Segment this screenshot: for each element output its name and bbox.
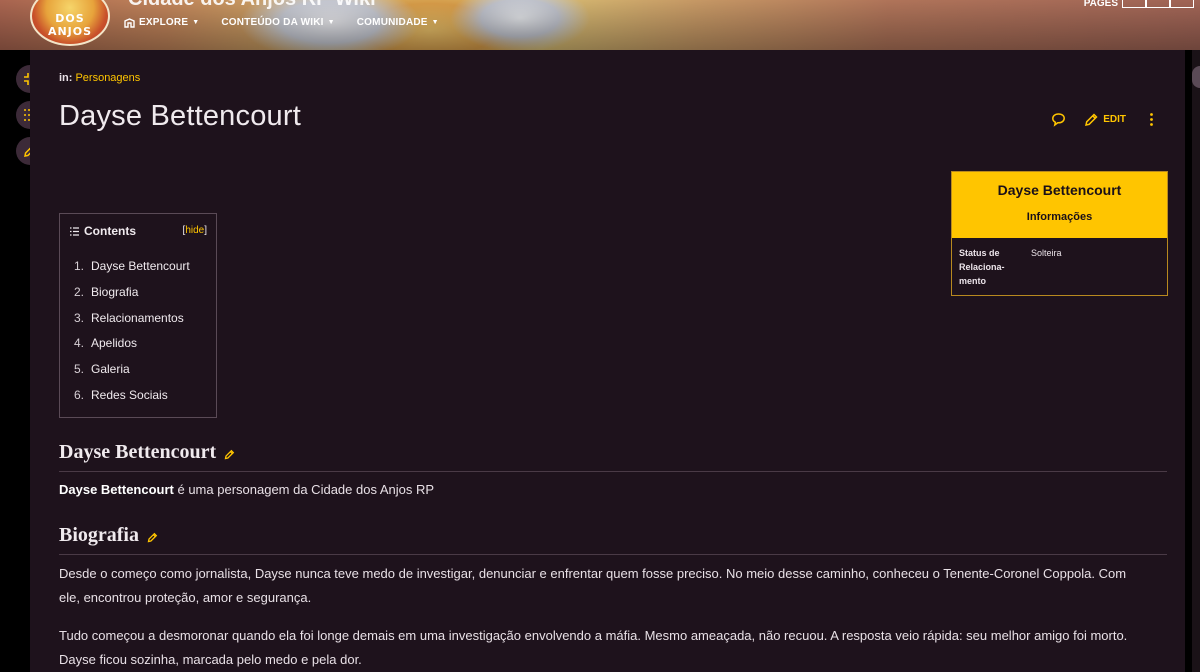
- paragraph-line: Dayse ficou sozinha, marcada pelo medo e…: [59, 652, 362, 667]
- infobox-row-label: Status de Relaciona- mento: [959, 246, 1031, 288]
- logo-text: DOS ANJOS: [47, 12, 93, 38]
- infobox-label-line: mento: [959, 276, 986, 286]
- more-options-button[interactable]: [1144, 112, 1159, 127]
- comment-button[interactable]: [1051, 112, 1066, 127]
- edit-button[interactable]: EDIT: [1084, 112, 1126, 127]
- toc-hide-toggle: [hide]: [182, 225, 207, 236]
- paragraph-line: Desde o começo como jornalista, Dayse nu…: [59, 566, 1127, 581]
- paragraph-line: ele, encontrou proteção, amor e seguranç…: [59, 590, 312, 605]
- biografia-paragraph-1: Desde o começo como jornalista, Dayse nu…: [59, 562, 1159, 610]
- toc-item-label: Dayse Bettencourt: [91, 259, 190, 273]
- toc-item[interactable]: 2. Biografia: [74, 280, 216, 306]
- page-actions: EDIT: [1051, 112, 1159, 127]
- comment-icon: [1052, 113, 1066, 127]
- infobox-row-value: Solteira: [1031, 248, 1062, 258]
- chevron-down-icon: ▼: [431, 19, 439, 26]
- page-title: Dayse Bettencourt: [59, 100, 301, 132]
- nav-explore-label: EXPLORE: [139, 17, 189, 28]
- breadcrumb: in: Personagens: [59, 72, 140, 84]
- section-heading-intro: Dayse Bettencourt: [59, 441, 235, 464]
- toc-item-label: Relacionamentos: [91, 310, 184, 325]
- nav-community[interactable]: COMUNIDADE ▼: [357, 17, 439, 28]
- toc-item[interactable]: 6. Redes Sociais: [74, 383, 216, 409]
- nav-explore[interactable]: EXPLORE ▼: [124, 17, 199, 28]
- nav-wiki-content-label: CONTEÚDO DA WIKI: [221, 17, 324, 28]
- infobox-header: Dayse Bettencourt Informações: [952, 172, 1167, 238]
- table-of-contents: Contents [hide] 1. Dayse Bettencourt 2. Bi…: [59, 213, 217, 418]
- pencil-icon[interactable]: [224, 449, 235, 460]
- explore-icon: [124, 17, 135, 28]
- community-header: DOS ANJOS Cidade dos Anjos RP Wiki EXPLO…: [0, 0, 1200, 50]
- breadcrumb-prefix: in:: [59, 72, 73, 84]
- pages-button[interactable]: [1122, 0, 1146, 8]
- toc-hide-link[interactable]: hide: [185, 225, 204, 236]
- infobox: Dayse Bettencourt Informações Status de …: [951, 171, 1168, 296]
- toc-item-label: Redes Sociais: [91, 387, 168, 402]
- infobox-title: Dayse Bettencourt: [997, 182, 1122, 198]
- pages-counter: PAGES: [1084, 0, 1194, 9]
- pencil-icon: [1085, 113, 1098, 126]
- toc-item[interactable]: 4. Apelidos: [74, 331, 216, 357]
- biografia-paragraph-2: Tudo começou a desmoronar quando ela foi…: [59, 624, 1159, 672]
- pages-button[interactable]: [1170, 0, 1194, 8]
- nav-wiki-content[interactable]: CONTEÚDO DA WIKI ▼: [221, 17, 334, 28]
- more-vertical-icon: [1150, 113, 1153, 126]
- scrollbar-thumb[interactable]: [1192, 66, 1200, 88]
- section-heading-text: Biografia: [59, 524, 139, 546]
- section-heading-biografia: Biografia: [59, 524, 158, 547]
- toc-item-label: Apelidos: [91, 336, 138, 351]
- intro-bold-name: Dayse Bettencourt: [59, 482, 174, 497]
- toc-item[interactable]: 3. Relacionamentos: [74, 306, 216, 332]
- toc-item[interactable]: 1. Dayse Bettencourt: [74, 254, 216, 280]
- pages-button[interactable]: [1146, 0, 1170, 8]
- infobox-section-title: Informações: [1026, 211, 1093, 223]
- toc-list: 1. Dayse Bettencourt 2. Biografia 3. Relaci…: [60, 238, 216, 409]
- toc-item-number: 6.: [74, 387, 85, 402]
- intro-paragraph: Dayse Bettencourt é uma personagem da Ci…: [59, 478, 1159, 502]
- toc-item-number: 4.: [74, 336, 85, 351]
- toc-item[interactable]: 5. Galeria: [74, 357, 216, 383]
- pages-buttons: [1122, 0, 1194, 8]
- toc-item-label: Biografia: [91, 284, 139, 299]
- nav-community-label: COMUNIDADE: [356, 17, 428, 28]
- top-navigation: EXPLORE ▼ CONTEÚDO DA WIKI ▼ COMUNIDADE …: [124, 17, 439, 28]
- article-panel: in: Personagens Dayse Bettencourt EDIT Da…: [30, 50, 1185, 672]
- infobox-label-line: Status de: [959, 248, 1000, 258]
- infobox-label-line: Relaciona-: [959, 262, 1005, 272]
- page-scrollbar[interactable]: [1192, 50, 1200, 672]
- toc-item-number: 5.: [74, 362, 85, 377]
- intro-text: é uma personagem da Cidade dos Anjos RP: [173, 482, 435, 497]
- toc-item-number: 2.: [74, 284, 85, 299]
- infobox-row: Status de Relaciona- mento Solteira: [952, 238, 1167, 288]
- breadcrumb-category-link[interactable]: Personagens: [75, 72, 140, 84]
- paragraph-line: Tudo começou a desmoronar quando ela foi…: [59, 628, 1128, 643]
- edit-label: EDIT: [1103, 114, 1126, 125]
- chevron-down-icon: ▼: [327, 19, 335, 26]
- chevron-down-icon: ▼: [192, 19, 200, 26]
- section-divider: [59, 471, 1167, 472]
- toc-title: Contents: [84, 224, 136, 238]
- pencil-icon[interactable]: [147, 532, 158, 543]
- site-title[interactable]: Cidade dos Anjos RP Wiki: [128, 0, 376, 11]
- toc-item-number: 1.: [74, 259, 85, 273]
- pages-label: PAGES: [1083, 0, 1118, 9]
- list-icon: [70, 226, 79, 236]
- section-heading-text: Dayse Bettencourt: [59, 441, 217, 463]
- toc-item-label: Galeria: [91, 362, 130, 377]
- section-divider: [59, 554, 1167, 555]
- toc-item-number: 3.: [74, 310, 85, 325]
